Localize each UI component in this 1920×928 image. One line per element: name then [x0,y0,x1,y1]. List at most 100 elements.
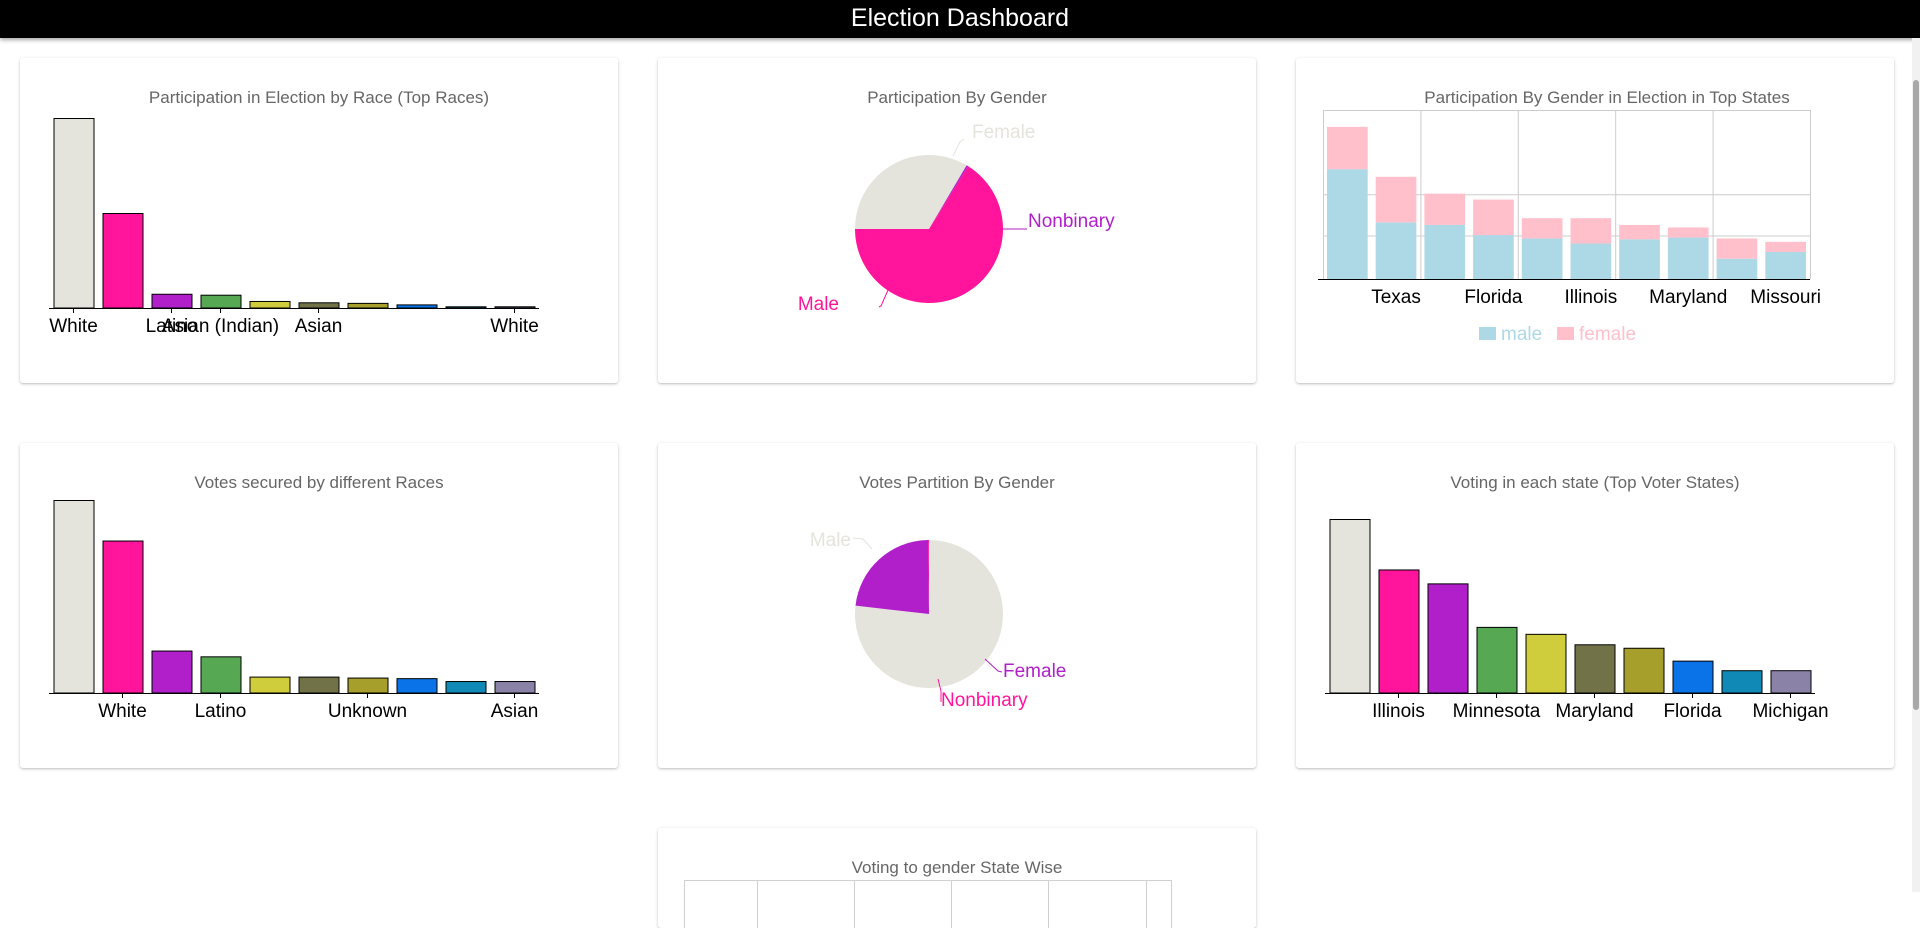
pie-leader-line [852,537,873,550]
female-bar-segment [1327,126,1368,170]
male-bar-segment [1424,224,1466,279]
bar [1378,569,1420,694]
female-bar-segment [1473,199,1514,236]
bar [102,213,144,309]
gender-votes-card: Votes Partition By Gender Male Female Nonb… [658,443,1256,768]
tick-label: Michigan [1752,701,1828,722]
male-bar-segment [1473,235,1514,279]
female-bar-segment [1619,224,1660,240]
female-bar-segment [1716,238,1758,259]
pie-slice [855,540,929,614]
bar [249,676,291,694]
male-bar-segment [1375,222,1417,279]
bar [1525,633,1567,694]
bar [494,306,536,309]
bar [347,302,389,309]
legend-swatch [1557,327,1574,340]
gender-states-chart: Texas Florida Illinois Maryland Missouri male… [1318,110,1821,345]
female-bar-segment [1570,218,1612,244]
bar [1623,647,1665,694]
bar [347,677,389,694]
tick-label: Texas [1371,287,1421,308]
scrollbar-thumb[interactable] [1913,80,1919,710]
bar [102,540,144,694]
bar [396,678,438,694]
tick-label: Unknown [328,701,407,722]
race-participation-card: Participation in Election by Race (Top R… [20,58,618,383]
tick-label: White [98,701,147,722]
gender-states-card: Participation By Gender in Election in T… [1296,58,1894,383]
bar [249,300,291,309]
legend-swatch [1479,327,1496,340]
bar [1329,519,1371,694]
pie-label: Female [1003,661,1066,682]
bar [151,293,193,309]
tick-label: Latino [195,701,247,722]
bar [1476,626,1518,694]
bar [200,294,242,309]
male-bar-segment [1716,258,1758,279]
dashboard-title: Election Dashboard [850,4,1070,32]
tick-label: Asian [295,316,343,337]
female-bar-segment [1375,176,1417,223]
tick-label: Asian (Indian) [162,316,279,337]
pie-leader-line [984,658,1003,673]
tick-label: Missouri [1750,287,1821,308]
male-bar-segment [1521,238,1563,279]
tick-label: Asian [491,701,539,722]
bar [396,304,438,309]
legend-label: female [1579,324,1636,345]
female-bar-segment [1765,241,1806,252]
tick-label: Florida [1663,701,1722,722]
pie-label: Female [972,122,1035,143]
tick-label: Maryland [1555,701,1633,722]
bar [1770,670,1812,694]
tick-label: White [490,316,539,337]
tick-label: White [49,316,98,337]
pie-leader-line [952,138,965,157]
bar [151,650,193,694]
tick-label: Minnesota [1453,701,1541,722]
male-bar-segment [1667,237,1709,279]
tick-label: Illinois [1372,701,1425,722]
bar [53,500,95,694]
tick-label: Florida [1464,287,1523,308]
page-scrollbar[interactable] [1912,38,1920,892]
bar [494,681,536,694]
pie-leader-line [878,289,889,308]
state-votes-chart: Illinois Minnesota Maryland Florida Michigan [1325,519,1829,722]
female-bar-segment [1521,218,1563,239]
bar [1427,583,1469,694]
male-bar-segment [1327,169,1368,279]
pie-label: Nonbinary [1028,211,1115,232]
gender-participation-chart: Female Nonbinary Male [798,122,1115,315]
gender-state-table [684,880,1172,928]
bar [1574,644,1616,694]
state-votes-card: Voting in each state (Top Voter States) … [1296,443,1894,768]
male-bar-segment [1619,239,1660,279]
bar [53,118,95,309]
race-votes-chart: White Latino Unknown Asian [49,500,539,722]
male-bar-segment [1570,243,1612,279]
race-participation-chart: White LatinoAsian (Indian) Asian White [49,118,539,337]
gender-votes-chart: Male Female Nonbinary [810,530,1067,711]
bar [200,656,242,694]
pie-label: Male [798,294,839,315]
pie-label: Male [810,530,851,551]
tick-label: Maryland [1649,287,1727,308]
gender-state-table-card: Voting to gender State Wise [658,828,1256,928]
tick-label: Illinois [1564,287,1617,308]
race-votes-card: Votes secured by different Races White La… [20,443,618,768]
female-bar-segment [1424,193,1466,225]
bar [1721,670,1763,694]
bar [298,302,340,309]
bar [298,676,340,694]
dashboard-header: Election Dashboard [0,0,1920,38]
gender-participation-card: Participation By Gender Female Nonbinary M… [658,58,1256,383]
bar [445,306,487,309]
bar [1672,660,1714,694]
male-bar-segment [1765,251,1806,279]
female-bar-segment [1667,227,1709,238]
bar [445,681,487,694]
pie-label: Nonbinary [941,690,1028,711]
